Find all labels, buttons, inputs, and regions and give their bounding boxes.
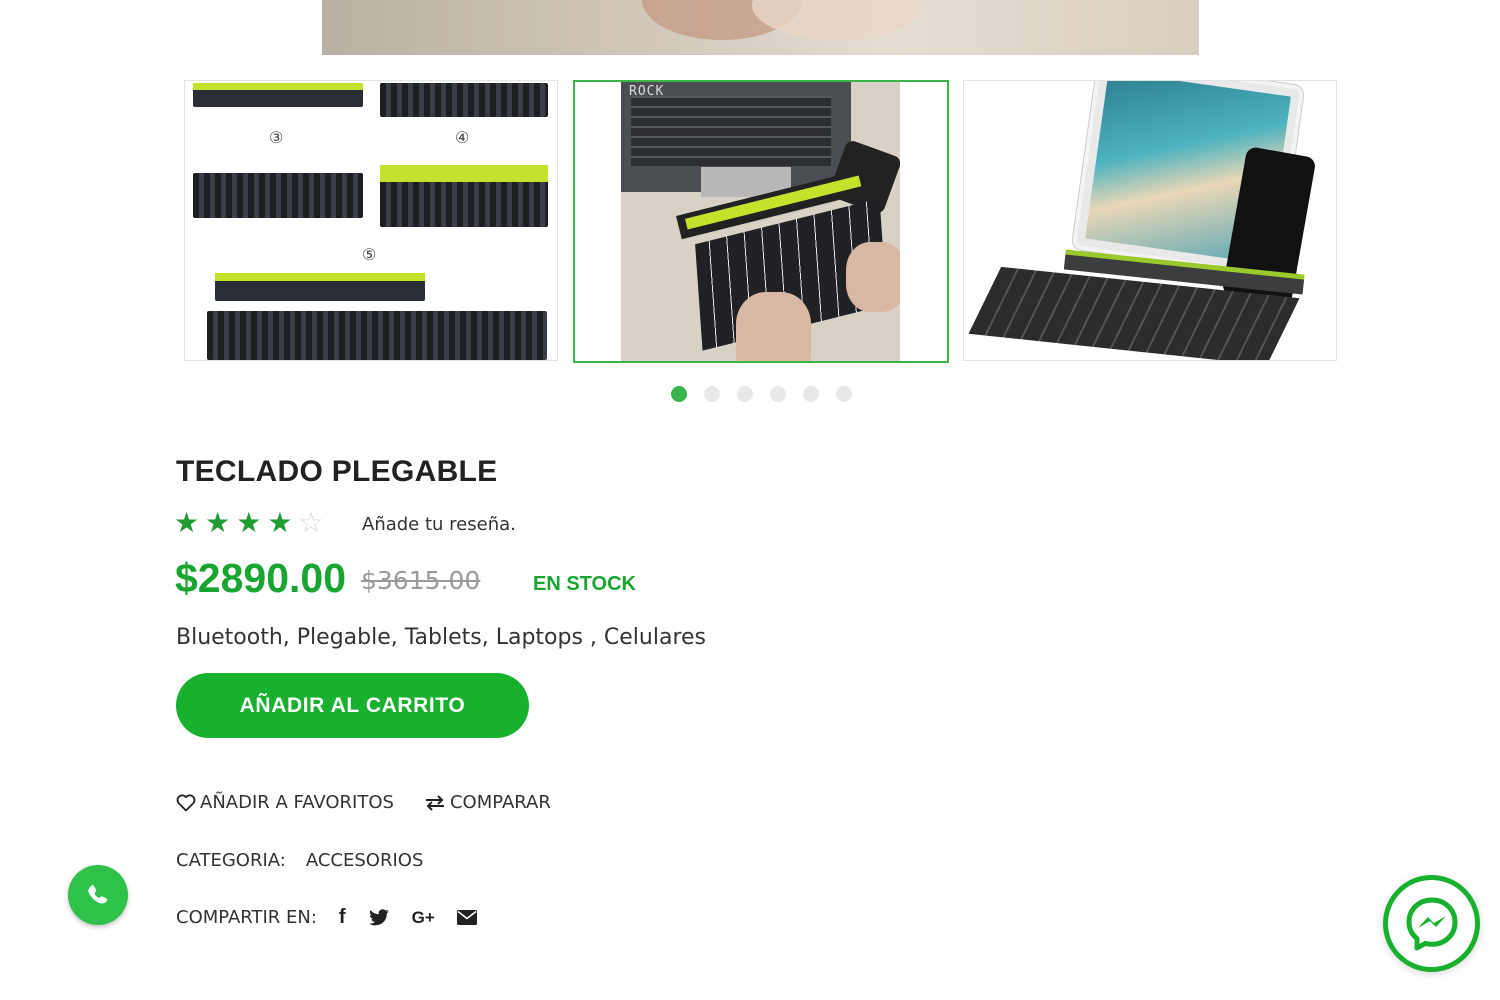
heart-icon — [176, 794, 196, 811]
keyboard-image-part — [207, 311, 547, 360]
gallery-thumbnail-1[interactable]: ③ ④ ⑤ — [184, 80, 558, 361]
carousel-dot-1[interactable] — [671, 386, 687, 402]
carousel-dot-5[interactable] — [803, 386, 819, 402]
facebook-icon[interactable]: f — [339, 906, 346, 929]
category-label: CATEGORIA: — [176, 850, 286, 871]
keyboard-image-part — [193, 173, 363, 218]
hand-shape — [846, 242, 900, 312]
stock-status: EN STOCK — [533, 573, 636, 595]
product-features: Bluetooth, Plegable, Tablets, Laptops , … — [176, 625, 707, 650]
step-number: ④ — [455, 128, 470, 147]
compare-arrows-icon — [425, 794, 444, 811]
product-title: TECLADO PLEGABLE — [176, 455, 498, 488]
product-old-price: $3615.00 — [361, 566, 481, 595]
add-to-cart-button[interactable]: AÑADIR AL CARRITO — [176, 673, 529, 738]
hero-image — [322, 0, 1199, 55]
messenger-icon — [1406, 897, 1457, 950]
keyboard-image-part — [380, 83, 548, 117]
keyboard-image-part — [193, 83, 363, 107]
keyboard-image-part — [215, 273, 425, 301]
compare-label: COMPARAR — [449, 792, 551, 813]
step-number: ⑤ — [362, 245, 377, 264]
product-category: CATEGORIA: ACCESORIOS — [176, 850, 423, 871]
carousel-dot-4[interactable] — [770, 386, 786, 402]
add-to-wishlist-button[interactable]: AÑADIR A FAVORITOS — [176, 792, 394, 813]
laptop-shape: ROCK — [621, 82, 851, 197]
gallery-thumbnail-2[interactable]: ROCK — [573, 80, 949, 363]
compare-button[interactable]: COMPARAR — [424, 792, 551, 813]
star-filled-icon: ★ — [205, 506, 231, 539]
product-price: $2890.00 — [175, 555, 347, 601]
star-filled-icon: ★ — [236, 506, 262, 539]
google-plus-icon[interactable]: G+ — [412, 908, 435, 928]
star-filled-icon: ★ — [174, 506, 200, 539]
carousel-dots — [671, 386, 852, 402]
whatsapp-button[interactable] — [68, 865, 128, 925]
messenger-button[interactable] — [1383, 875, 1480, 972]
step-number: ③ — [269, 128, 284, 147]
keyboard-photo: ROCK — [621, 82, 900, 361]
product-actions: AÑADIR A FAVORITOS COMPARAR — [176, 792, 581, 813]
carousel-dot-3[interactable] — [737, 386, 753, 402]
hand-shape — [736, 292, 811, 361]
laptop-keyboard-shape — [631, 96, 831, 166]
hero-hand-shape — [752, 0, 922, 40]
star-empty-icon: ☆ — [298, 506, 324, 539]
whatsapp-icon — [88, 885, 108, 904]
star-filled-icon: ★ — [267, 506, 293, 539]
rating-stars: ★ ★ ★ ★ ☆ — [174, 508, 324, 538]
wishlist-label: AÑADIR A FAVORITOS — [200, 792, 394, 813]
category-link[interactable]: ACCESORIOS — [306, 850, 424, 871]
gallery-thumbnail-3[interactable] — [963, 80, 1337, 361]
share-label: COMPARTIR EN: — [176, 907, 317, 928]
email-icon[interactable] — [456, 910, 477, 925]
keyboard-image-part — [380, 165, 548, 227]
add-review-link[interactable]: Añade tu reseña. — [362, 514, 516, 535]
share-row: COMPARTIR EN: f G+ — [176, 906, 477, 929]
carousel-dot-6[interactable] — [836, 386, 852, 402]
carousel-dot-2[interactable] — [704, 386, 720, 402]
twitter-icon[interactable] — [368, 908, 390, 927]
